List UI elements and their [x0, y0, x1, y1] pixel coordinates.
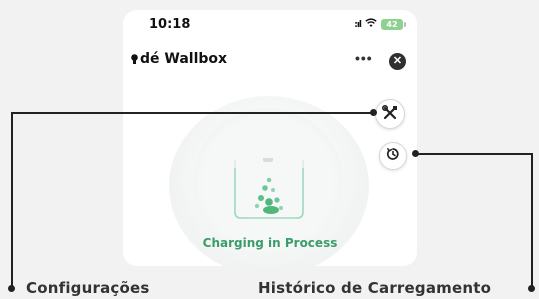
wrench-screwdriver-icon [381, 104, 398, 124]
status-icons: :ıl 42 [354, 18, 406, 31]
settings-button[interactable] [375, 99, 405, 129]
signal-icon: :ıl [354, 19, 362, 30]
status-time: 10:18 [149, 17, 191, 32]
wifi-icon [365, 18, 377, 31]
more-options-button[interactable]: ••• [355, 50, 373, 66]
charging-status: Charging in Process [202, 236, 338, 250]
callout-dot-history [528, 285, 535, 292]
charger-icon [231, 156, 307, 228]
callout-line-settings-v [11, 112, 13, 288]
history-clock-icon [386, 147, 400, 166]
battery-icon: 42 [381, 19, 406, 30]
callout-dot-settings [8, 285, 15, 292]
app-title: dé Wallbox [131, 51, 227, 67]
callout-line-settings-h [11, 112, 373, 114]
app-title-text: dé Wallbox [140, 51, 228, 67]
history-button[interactable] [379, 142, 407, 170]
callout-line-history-h [415, 153, 532, 155]
close-button[interactable]: ✕ [389, 53, 406, 70]
phone-screen: 10:18 :ıl 42 dé Wallbox ••• ✕ Charging i… [123, 10, 417, 266]
settings-label: Configurações [26, 279, 150, 297]
bulb-icon [131, 53, 138, 65]
history-label: Histórico de Carregamento [258, 279, 492, 297]
callout-line-history-v [531, 153, 533, 288]
